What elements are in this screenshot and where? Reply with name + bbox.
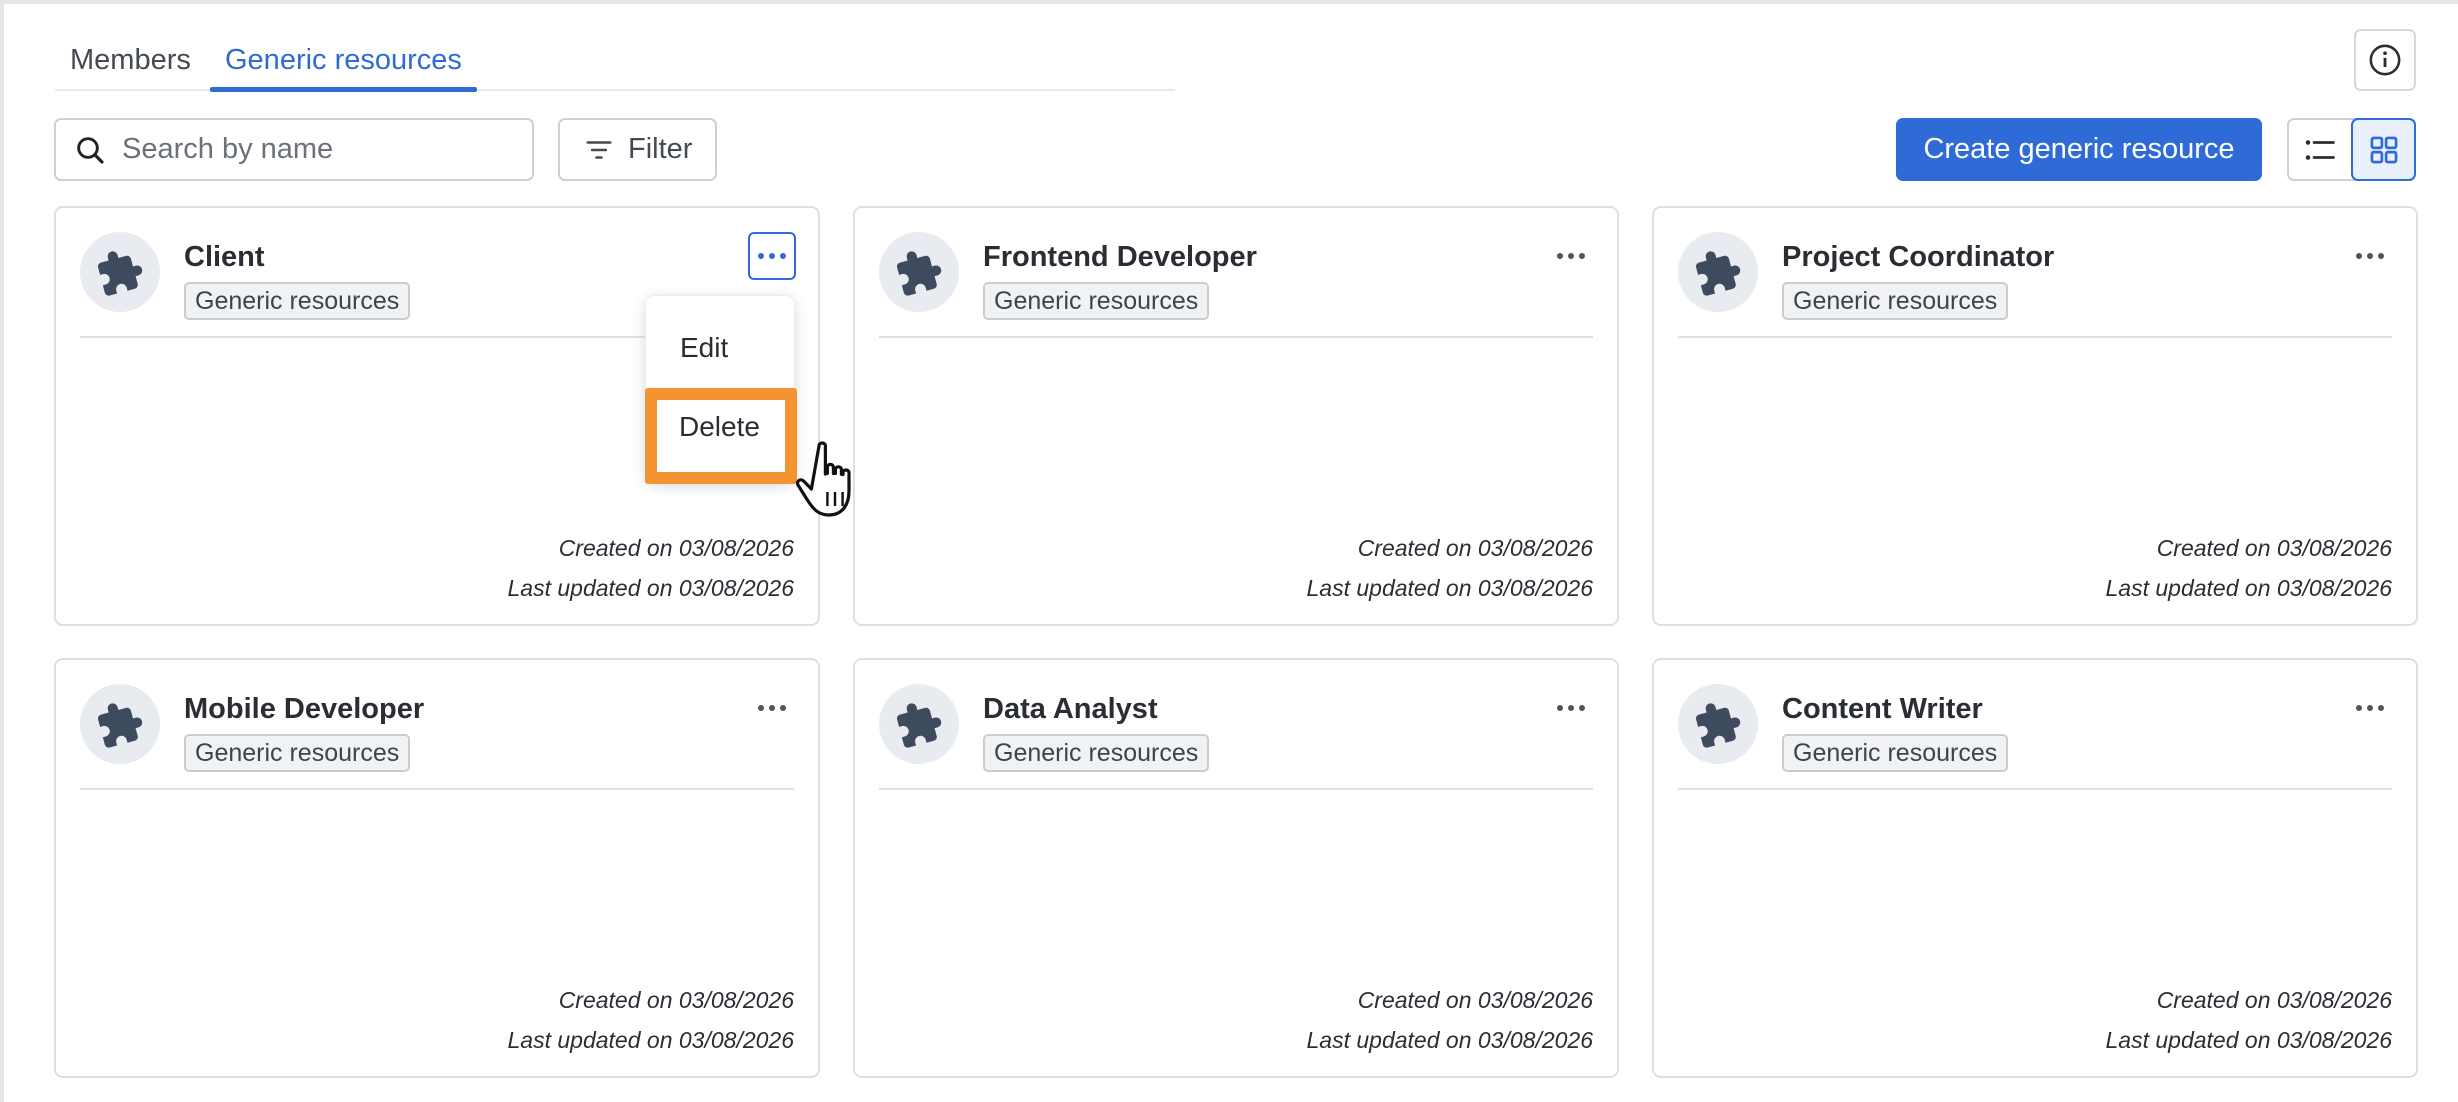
card-divider — [879, 788, 1593, 790]
create-generic-resource-button[interactable]: Create generic resource — [1896, 118, 2262, 181]
menu-item-delete[interactable]: Delete — [645, 388, 797, 484]
card-title: Frontend Developer — [983, 241, 1257, 273]
card-title: Mobile Developer — [184, 693, 425, 725]
filter-button[interactable]: Filter — [558, 118, 717, 181]
created-date: Created on 03/08/2026 — [558, 535, 794, 561]
more-options-button[interactable] — [1547, 232, 1595, 280]
list-view-icon — [2305, 139, 2336, 160]
more-icon-dot — [2356, 705, 2362, 711]
category-tag: Generic resources — [1782, 734, 2009, 772]
puzzle-icon — [1695, 251, 1741, 296]
more-options-button[interactable] — [2346, 232, 2394, 280]
card-divider — [879, 336, 1593, 338]
more-icon-dot — [2367, 253, 2373, 259]
tab-generic-resources[interactable]: Generic resources — [210, 44, 477, 92]
created-date: Created on 03/08/2026 — [2156, 987, 2392, 1013]
more-icon-dot — [1568, 705, 1574, 711]
list-view-button[interactable] — [2289, 120, 2351, 179]
puzzle-icon — [896, 251, 942, 296]
search-input[interactable] — [122, 133, 522, 166]
created-date: Created on 03/08/2026 — [1357, 987, 1593, 1013]
created-date: Created on 03/08/2026 — [2156, 535, 2392, 561]
info-button[interactable] — [2354, 29, 2416, 91]
more-icon-dot — [2367, 705, 2373, 711]
more-icon-dot — [1579, 253, 1585, 259]
puzzle-icon — [97, 703, 143, 748]
more-icon-dot — [1568, 253, 1574, 259]
tab-members[interactable]: Members — [55, 44, 206, 92]
resource-card[interactable]: Frontend Developer Generic resources Creat… — [853, 206, 1619, 626]
category-tag: Generic resources — [983, 734, 1210, 772]
filter-icon — [586, 140, 612, 159]
category-tag: Generic resources — [184, 734, 411, 772]
puzzle-icon — [97, 251, 143, 296]
resource-card[interactable]: Project Coordinator Generic resources Crea… — [1652, 206, 2418, 626]
more-icon-dot — [769, 253, 775, 259]
category-tag: Generic resources — [983, 282, 1210, 320]
card-title: Data Analyst — [983, 693, 1158, 725]
created-date: Created on 03/08/2026 — [558, 987, 794, 1013]
grid-view-button[interactable] — [2351, 118, 2416, 181]
card-title: Project Coordinator — [1782, 241, 2055, 273]
updated-date: Last updated on 03/08/2026 — [2105, 1027, 2392, 1053]
search-box — [54, 118, 534, 181]
more-icon-dot — [1557, 253, 1563, 259]
view-toggle — [2287, 118, 2416, 181]
more-options-button[interactable] — [748, 232, 796, 280]
more-icon-dot — [780, 253, 786, 259]
puzzle-icon — [1695, 703, 1741, 748]
resource-card[interactable]: Mobile Developer Generic resources Created… — [54, 658, 820, 1078]
avatar — [80, 232, 160, 312]
menu-item-delete-label: Delete — [679, 411, 760, 442]
avatar — [879, 232, 959, 312]
category-tag: Generic resources — [184, 282, 411, 320]
frame-border-top — [0, 0, 2458, 4]
more-options-button[interactable] — [1547, 684, 1595, 732]
updated-date: Last updated on 03/08/2026 — [1306, 1027, 1593, 1053]
hand-pointer-icon — [795, 441, 851, 517]
updated-date: Last updated on 03/08/2026 — [1306, 575, 1593, 601]
more-icon-dot — [758, 253, 764, 259]
more-icon-dot — [1579, 705, 1585, 711]
puzzle-icon — [896, 703, 942, 748]
more-icon-dot — [2378, 705, 2384, 711]
card-divider — [1678, 788, 2392, 790]
more-icon-dot — [2356, 253, 2362, 259]
tab-bar: Members Generic resources — [55, 30, 1175, 92]
frame-border-left — [0, 0, 4, 1102]
updated-date: Last updated on 03/08/2026 — [2105, 575, 2392, 601]
card-divider — [80, 788, 794, 790]
filter-label: Filter — [628, 133, 693, 165]
grid-view-icon — [2370, 136, 2398, 163]
avatar — [1678, 684, 1758, 764]
category-tag: Generic resources — [1782, 282, 2009, 320]
avatar — [1678, 232, 1758, 312]
card-actions-menu: Edit Delete — [645, 295, 797, 484]
more-options-button[interactable] — [2346, 684, 2394, 732]
avatar — [80, 684, 160, 764]
more-icon-dot — [1557, 705, 1563, 711]
card-title: Content Writer — [1782, 693, 1983, 725]
more-icon-dot — [2378, 253, 2384, 259]
search-icon — [77, 136, 104, 164]
more-icon-dot — [780, 705, 786, 711]
avatar — [879, 684, 959, 764]
more-icon-dot — [769, 705, 775, 711]
resource-card[interactable]: Data Analyst Generic resources Created on … — [853, 658, 1619, 1078]
info-icon — [2369, 44, 2401, 76]
updated-date: Last updated on 03/08/2026 — [507, 575, 794, 601]
more-icon-dot — [758, 705, 764, 711]
more-options-button[interactable] — [748, 684, 796, 732]
created-date: Created on 03/08/2026 — [1357, 535, 1593, 561]
menu-item-edit[interactable]: Edit — [680, 332, 728, 364]
card-title: Client — [184, 241, 265, 273]
resource-card[interactable]: Content Writer Generic resources Created o… — [1652, 658, 2418, 1078]
updated-date: Last updated on 03/08/2026 — [507, 1027, 794, 1053]
card-divider — [1678, 336, 2392, 338]
